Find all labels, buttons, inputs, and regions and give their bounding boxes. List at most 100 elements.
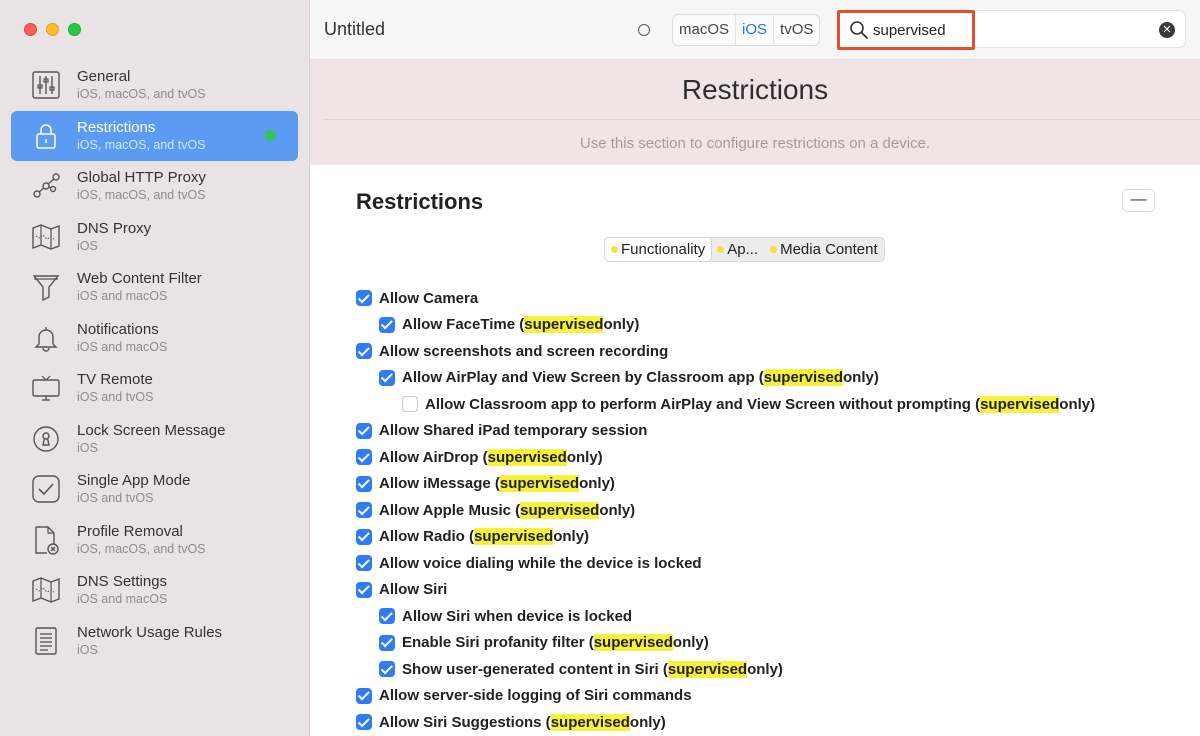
sidebar-item-title: Single App Mode — [77, 472, 191, 489]
sidebar-item-title: General — [77, 68, 131, 85]
restriction-option: Allow Classroom app to perform AirPlay a… — [356, 391, 1095, 418]
option-label-suffix: only) — [553, 528, 590, 546]
search-match-highlight: supervised — [980, 395, 1060, 413]
sidebar-item-text: Global HTTP Proxy iOS, macOS, and tvOS — [77, 168, 206, 203]
restriction-tabs: Functionality Ap... Media Content — [604, 237, 885, 262]
restriction-option: Allow Siri when device is locked — [356, 603, 1095, 630]
sidebar-item-subtitle: iOS and tvOS — [77, 390, 154, 404]
sidebar-item-lock-screen-message[interactable]: Lock Screen Message iOS — [11, 414, 298, 465]
option-label: Allow FaceTime ( — [402, 316, 525, 334]
list-document-icon — [31, 626, 61, 656]
bell-icon — [31, 323, 61, 353]
option-checkbox[interactable] — [356, 502, 372, 519]
sidebar-item-text: Single App Mode iOS and tvOS — [77, 471, 190, 506]
sidebar-item-tv-remote[interactable]: TV Remote iOS and tvOS — [11, 363, 298, 414]
sliders-icon — [31, 70, 61, 100]
search-match-highlight: supervised — [474, 528, 554, 546]
sidebar-item-subtitle: iOS, macOS, and tvOS — [77, 137, 206, 152]
checkmark-square-icon — [31, 474, 61, 504]
platform-macos-button[interactable]: macOS — [673, 15, 737, 45]
sidebar-item-subtitle: iOS — [77, 642, 98, 657]
sidebar-item-web-content-filter[interactable]: Web Content Filter iOS and macOS — [11, 262, 298, 313]
restriction-option: Allow FaceTime (supervised only) — [356, 312, 1095, 339]
option-checkbox[interactable] — [356, 528, 372, 545]
option-checkbox[interactable] — [356, 687, 372, 704]
sidebar-item-title: Global HTTP Proxy — [77, 169, 206, 186]
sidebar-item-single-app-mode[interactable]: Single App Mode iOS and tvOS — [11, 464, 298, 515]
tab-functionality[interactable]: Functionality — [605, 238, 712, 261]
tab-media-content[interactable]: Media Content — [764, 238, 884, 261]
option-checkbox[interactable] — [356, 422, 372, 439]
search-match-highlight: supervised — [550, 713, 630, 731]
sidebar-item-general[interactable]: General iOS, macOS, and tvOS — [11, 60, 298, 111]
search-match-highlight: supervised — [593, 634, 673, 652]
option-checkbox[interactable] — [379, 369, 395, 386]
collapse-button[interactable]: — — [1122, 189, 1155, 212]
sidebar-item-text: Notifications iOS and macOS — [77, 320, 167, 355]
option-label: Allow Radio ( — [379, 528, 474, 546]
restriction-option: Allow AirDrop (supervised only) — [356, 444, 1095, 471]
sidebar-item-dns-proxy[interactable]: DNS Proxy iOS — [11, 212, 298, 263]
search-match-highlight: supervised — [499, 475, 580, 493]
option-checkbox[interactable] — [356, 714, 372, 731]
keyhole-icon — [31, 424, 61, 454]
option-checkbox[interactable] — [356, 581, 372, 598]
option-label: Allow Siri Suggestions ( — [379, 713, 551, 731]
option-checkbox[interactable] — [379, 634, 395, 651]
sidebar-item-subtitle: iOS and macOS — [77, 289, 168, 303]
sidebar-item-restrictions[interactable]: Restrictions iOS, macOS, and tvOS — [11, 110, 298, 161]
minimize-window-button[interactable] — [46, 23, 59, 36]
option-checkbox[interactable] — [379, 661, 395, 678]
option-checkbox[interactable] — [356, 290, 372, 307]
status-circle-icon[interactable] — [638, 24, 650, 36]
search-icon — [850, 21, 868, 39]
sidebar-item-subtitle: iOS and macOS — [77, 339, 168, 354]
search-input[interactable] — [873, 19, 1133, 41]
option-checkbox[interactable] — [356, 475, 372, 492]
toolbar: Untitled macOSiOStvOS ✕ — [310, 0, 1200, 60]
sidebar-item-title: Network Usage Rules — [77, 623, 223, 641]
sidebar-item-subtitle: iOS, macOS, and tvOS — [77, 87, 206, 101]
zoom-window-button[interactable] — [68, 23, 81, 36]
option-label: Allow voice dialing while the device is … — [379, 554, 702, 572]
sidebar-item-profile-removal[interactable]: Profile Removal iOS, macOS, and tvOS — [11, 515, 298, 566]
option-checkbox[interactable] — [379, 608, 395, 625]
search-field[interactable]: ✕ — [838, 10, 1186, 48]
option-label: Allow Siri — [379, 581, 448, 599]
sidebar-item-text: General iOS, macOS, and tvOS — [77, 67, 206, 102]
platform-ios-button[interactable]: iOS — [736, 15, 775, 45]
option-label-suffix: only) — [1059, 395, 1096, 413]
tab-label: Ap... — [727, 241, 759, 258]
sidebar-item-network-usage-rules[interactable]: Network Usage Rules iOS — [11, 616, 298, 667]
sidebar-item-title: Lock Screen Message — [77, 421, 226, 439]
banner-divider — [323, 119, 1200, 120]
platform-selector: macOS iOS tvOS — [672, 14, 821, 46]
restriction-option: Show user-generated content in Siri (sup… — [356, 656, 1095, 683]
window-controls — [24, 23, 81, 36]
restriction-option: Allow screenshots and screen recording — [356, 338, 1095, 365]
option-label: Allow iMessage ( — [379, 475, 500, 493]
tab-status-dot — [717, 246, 725, 253]
option-checkbox[interactable] — [356, 449, 372, 466]
platform-tvos-button[interactable]: tvOS — [774, 15, 819, 45]
option-label: Allow Apple Music ( — [379, 501, 521, 519]
banner-subtitle: Use this section to configure restrictio… — [579, 135, 931, 152]
tab-ap[interactable]: Ap... — [711, 238, 764, 261]
option-checkbox[interactable] — [379, 316, 395, 333]
funnel-icon — [31, 272, 61, 302]
search-match-highlight: supervised — [667, 660, 748, 678]
sidebar-list: General iOS, macOS, and tvOS Restrictions i… — [11, 60, 298, 666]
option-checkbox[interactable] — [356, 343, 372, 360]
sidebar-item-global-http-proxy[interactable]: Global HTTP Proxy iOS, macOS, and tvOS — [11, 161, 298, 212]
option-label: Allow AirPlay and View Screen by Classro… — [402, 369, 764, 387]
option-checkbox[interactable] — [356, 555, 372, 572]
sidebar-item-notifications[interactable]: Notifications iOS and macOS — [11, 313, 298, 364]
tab-status-dot — [770, 246, 778, 253]
clear-search-icon[interactable]: ✕ — [1159, 22, 1175, 38]
sidebar-item-dns-settings[interactable]: DNS Settings iOS and macOS — [11, 565, 298, 616]
close-window-button[interactable] — [24, 23, 37, 36]
map-icon — [31, 575, 61, 605]
option-checkbox[interactable] — [402, 396, 418, 413]
sidebar-item-title: TV Remote — [77, 371, 153, 388]
proxy-nodes-icon — [31, 171, 61, 201]
